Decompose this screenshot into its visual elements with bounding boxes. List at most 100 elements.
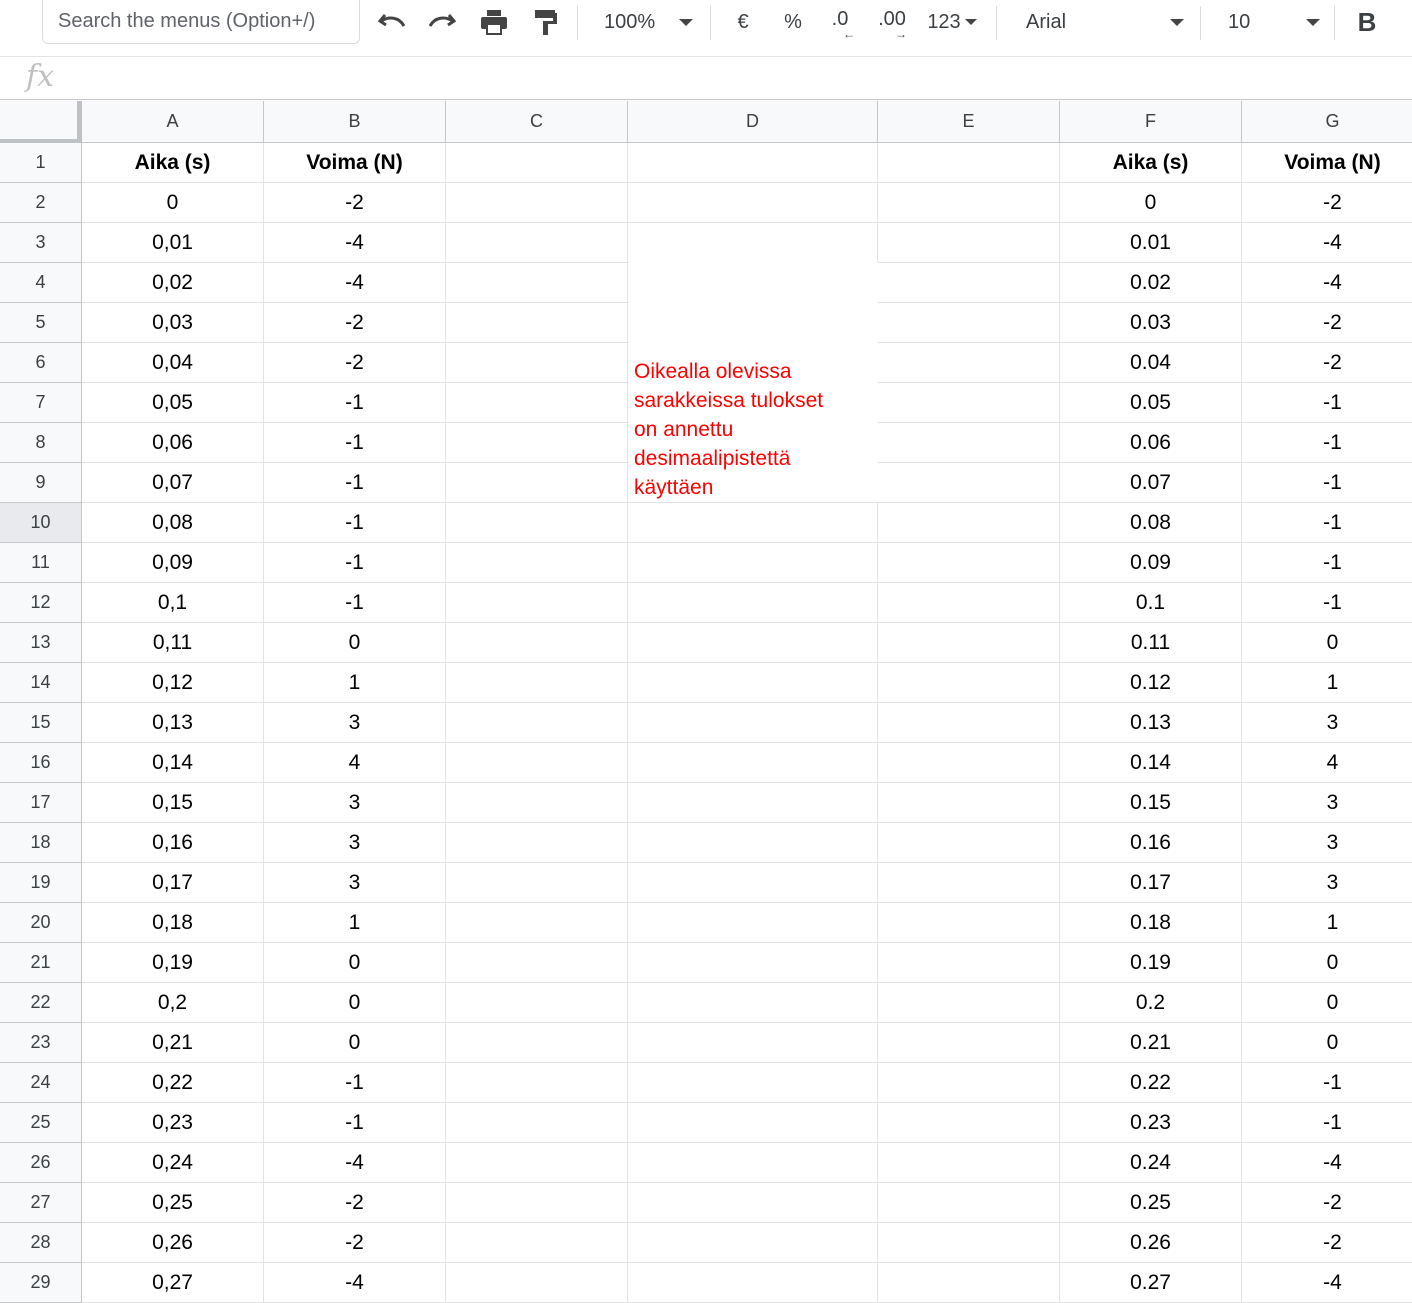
cell-g10[interactable]: -1 [1242, 503, 1412, 543]
row-header[interactable]: 3 [0, 223, 82, 263]
cell-g4[interactable]: -4 [1242, 263, 1412, 303]
cell-d3[interactable] [628, 223, 878, 263]
cell-d18[interactable] [628, 823, 878, 863]
cell-g27[interactable]: -2 [1242, 1183, 1412, 1223]
cell-a1[interactable]: Aika (s) [82, 143, 264, 183]
undo-icon[interactable] [372, 0, 412, 44]
cell-e10[interactable] [878, 503, 1060, 543]
cell-e11[interactable] [878, 543, 1060, 583]
bold-button[interactable]: B [1350, 0, 1384, 44]
cell-e20[interactable] [878, 903, 1060, 943]
cell-d27[interactable] [628, 1183, 878, 1223]
column-header-a[interactable]: A [82, 101, 264, 143]
cell-c29[interactable] [446, 1263, 628, 1303]
cell-e9[interactable] [878, 463, 1060, 503]
cell-d25[interactable] [628, 1103, 878, 1143]
cell-b15[interactable]: 3 [264, 703, 446, 743]
cell-c19[interactable] [446, 863, 628, 903]
cell-a29[interactable]: 0,27 [82, 1263, 264, 1303]
cell-g8[interactable]: -1 [1242, 423, 1412, 463]
row-header[interactable]: 6 [0, 343, 82, 383]
cell-c16[interactable] [446, 743, 628, 783]
cell-a13[interactable]: 0,11 [82, 623, 264, 663]
cell-b23[interactable]: 0 [264, 1023, 446, 1063]
cell-d15[interactable] [628, 703, 878, 743]
cell-c26[interactable] [446, 1143, 628, 1183]
cell-e8[interactable] [878, 423, 1060, 463]
cell-b17[interactable]: 3 [264, 783, 446, 823]
cell-e6[interactable] [878, 343, 1060, 383]
cell-b24[interactable]: -1 [264, 1063, 446, 1103]
cell-b14[interactable]: 1 [264, 663, 446, 703]
cell-c11[interactable] [446, 543, 628, 583]
cell-f22[interactable]: 0.2 [1060, 983, 1242, 1023]
cell-e15[interactable] [878, 703, 1060, 743]
cell-a28[interactable]: 0,26 [82, 1223, 264, 1263]
cell-d10[interactable] [628, 503, 878, 543]
cell-d13[interactable] [628, 623, 878, 663]
cell-c27[interactable] [446, 1183, 628, 1223]
cell-c17[interactable] [446, 783, 628, 823]
column-header-c[interactable]: C [446, 101, 628, 143]
cell-a18[interactable]: 0,16 [82, 823, 264, 863]
cell-f18[interactable]: 0.16 [1060, 823, 1242, 863]
cell-c3[interactable] [446, 223, 628, 263]
cell-b16[interactable]: 4 [264, 743, 446, 783]
cell-f3[interactable]: 0.01 [1060, 223, 1242, 263]
cell-d24[interactable] [628, 1063, 878, 1103]
column-header-e[interactable]: E [878, 101, 1060, 143]
column-header-b[interactable]: B [264, 101, 446, 143]
cell-c13[interactable] [446, 623, 628, 663]
cell-a19[interactable]: 0,17 [82, 863, 264, 903]
cell-f28[interactable]: 0.26 [1060, 1223, 1242, 1263]
cell-c5[interactable] [446, 303, 628, 343]
row-header[interactable]: 20 [0, 903, 82, 943]
cell-a23[interactable]: 0,21 [82, 1023, 264, 1063]
cell-b26[interactable]: -4 [264, 1143, 446, 1183]
cell-a4[interactable]: 0,02 [82, 263, 264, 303]
cell-g28[interactable]: -2 [1242, 1223, 1412, 1263]
cell-a8[interactable]: 0,06 [82, 423, 264, 463]
row-header[interactable]: 11 [0, 543, 82, 583]
cell-g29[interactable]: -4 [1242, 1263, 1412, 1303]
row-header[interactable]: 10 [0, 503, 82, 543]
row-header[interactable]: 15 [0, 703, 82, 743]
cell-f15[interactable]: 0.13 [1060, 703, 1242, 743]
cell-d21[interactable] [628, 943, 878, 983]
cell-e23[interactable] [878, 1023, 1060, 1063]
cell-g12[interactable]: -1 [1242, 583, 1412, 623]
cell-f4[interactable]: 0.02 [1060, 263, 1242, 303]
percent-button[interactable]: % [778, 0, 808, 44]
cell-c1[interactable] [446, 143, 628, 183]
cell-g1[interactable]: Voima (N) [1242, 143, 1412, 183]
cell-a20[interactable]: 0,18 [82, 903, 264, 943]
cell-f5[interactable]: 0.03 [1060, 303, 1242, 343]
row-header[interactable]: 21 [0, 943, 82, 983]
cell-g11[interactable]: -1 [1242, 543, 1412, 583]
cell-g18[interactable]: 3 [1242, 823, 1412, 863]
cell-f2[interactable]: 0 [1060, 183, 1242, 223]
cell-e18[interactable] [878, 823, 1060, 863]
cell-a15[interactable]: 0,13 [82, 703, 264, 743]
cell-a25[interactable]: 0,23 [82, 1103, 264, 1143]
cell-a14[interactable]: 0,12 [82, 663, 264, 703]
currency-button[interactable]: € [728, 0, 758, 44]
row-header[interactable]: 8 [0, 423, 82, 463]
cell-e13[interactable] [878, 623, 1060, 663]
row-header[interactable]: 2 [0, 183, 82, 223]
cell-b28[interactable]: -2 [264, 1223, 446, 1263]
row-header[interactable]: 14 [0, 663, 82, 703]
cell-d22[interactable] [628, 983, 878, 1023]
cell-c7[interactable] [446, 383, 628, 423]
cell-a9[interactable]: 0,07 [82, 463, 264, 503]
cell-g21[interactable]: 0 [1242, 943, 1412, 983]
cell-f21[interactable]: 0.19 [1060, 943, 1242, 983]
cell-g2[interactable]: -2 [1242, 183, 1412, 223]
cell-f29[interactable]: 0.27 [1060, 1263, 1242, 1303]
search-menus-input[interactable]: Search the menus (Option+/) [42, 0, 360, 44]
cell-f16[interactable]: 0.14 [1060, 743, 1242, 783]
cell-c25[interactable] [446, 1103, 628, 1143]
row-header[interactable]: 16 [0, 743, 82, 783]
cell-d1[interactable] [628, 143, 878, 183]
print-icon[interactable] [474, 0, 514, 44]
